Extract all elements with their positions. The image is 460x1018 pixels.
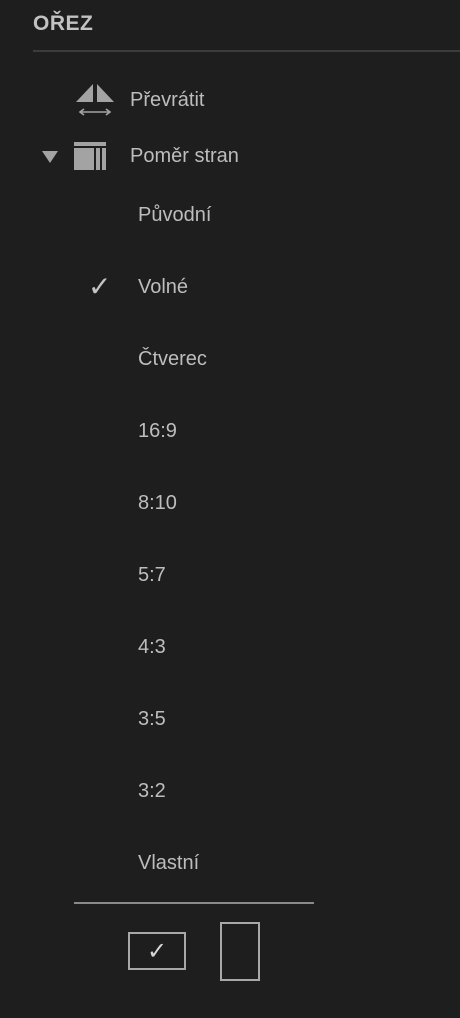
aspect-ratio-label: Poměr stran bbox=[130, 144, 239, 167]
aspect-option-16-9[interactable]: 16:9 bbox=[80, 409, 340, 453]
aspect-option-free[interactable]: ✓ Volné bbox=[80, 265, 340, 309]
option-label: Volné bbox=[138, 275, 189, 298]
option-label: 5:7 bbox=[138, 563, 166, 586]
aspect-ratio-icon bbox=[74, 142, 106, 170]
aspect-option-3-5[interactable]: 3:5 bbox=[80, 697, 340, 741]
flip-icon bbox=[76, 82, 114, 116]
portrait-orientation-button[interactable] bbox=[220, 922, 260, 981]
flip-label: Převrátit bbox=[130, 88, 205, 111]
actions-divider bbox=[74, 902, 314, 904]
aspect-ratio-toggle[interactable]: Poměr stran bbox=[40, 137, 239, 175]
option-label: Vlastní bbox=[138, 851, 200, 874]
title-divider bbox=[33, 50, 460, 52]
checkmark-icon: ✓ bbox=[146, 937, 168, 965]
option-label: 3:5 bbox=[138, 707, 166, 730]
option-label: 16:9 bbox=[138, 419, 177, 442]
section-title: OŘEZ bbox=[33, 12, 94, 35]
checkmark-icon: ✓ bbox=[88, 270, 112, 303]
aspect-option-square[interactable]: Čtverec bbox=[80, 337, 340, 381]
aspect-option-4-3[interactable]: 4:3 bbox=[80, 625, 340, 669]
option-label: 4:3 bbox=[138, 635, 166, 658]
option-label: 3:2 bbox=[138, 779, 166, 802]
aspect-option-8-10[interactable]: 8:10 bbox=[80, 481, 340, 525]
aspect-option-3-2[interactable]: 3:2 bbox=[80, 769, 340, 813]
disclosure-triangle-icon[interactable] bbox=[40, 148, 60, 164]
option-label: Původní bbox=[138, 203, 212, 226]
flip-option[interactable]: Převrátit bbox=[72, 80, 204, 120]
aspect-option-original[interactable]: Původní bbox=[80, 193, 340, 237]
option-label: Čtverec bbox=[138, 347, 207, 370]
aspect-option-custom[interactable]: Vlastní bbox=[80, 841, 340, 885]
aspect-option-5-7[interactable]: 5:7 bbox=[80, 553, 340, 597]
confirm-crop-button[interactable]: ✓ bbox=[128, 932, 186, 970]
option-label: 8:10 bbox=[138, 491, 177, 514]
